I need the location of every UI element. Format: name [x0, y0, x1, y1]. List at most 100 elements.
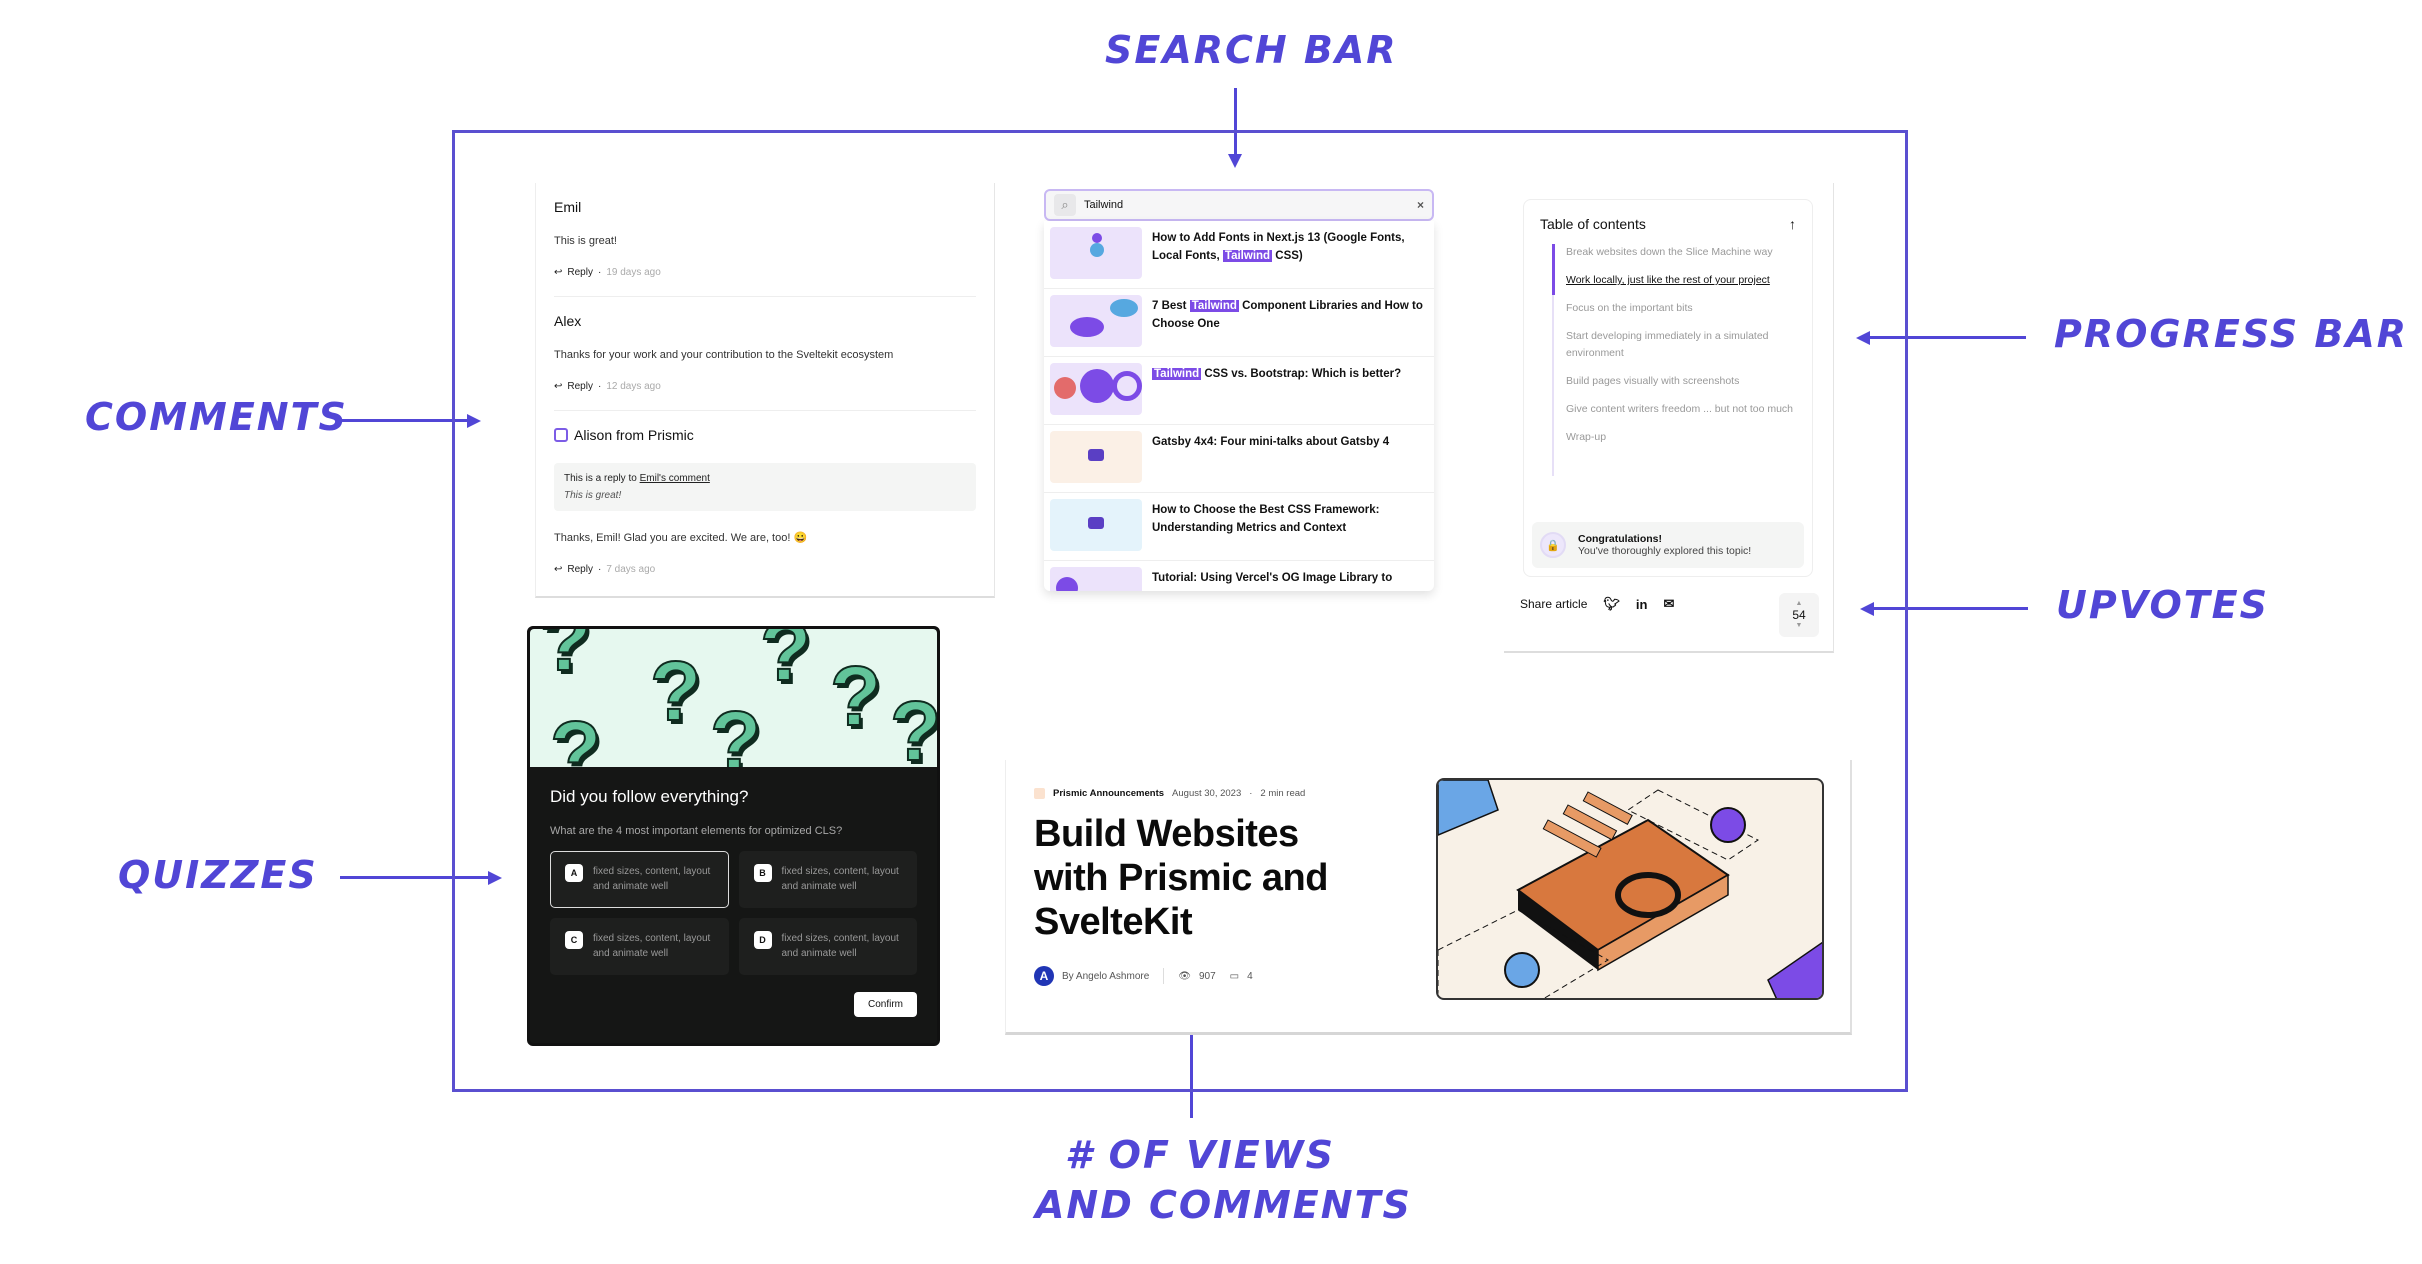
avatar: A	[1034, 966, 1054, 986]
lock-icon: 🔒	[1540, 532, 1566, 558]
annotation-views-line2: AND COMMENTS	[1035, 1183, 1412, 1227]
quiz-option-c[interactable]: Cfixed sizes, content, layout and animat…	[550, 918, 729, 975]
result-thumbnail	[1050, 567, 1142, 591]
email-icon[interactable]: ✉	[1663, 596, 1674, 612]
search-query[interactable]: Tailwind	[1084, 199, 1409, 211]
arrow-up-icon[interactable]: ↑	[1789, 216, 1796, 232]
result-thumbnail	[1050, 227, 1142, 279]
search-result[interactable]: How to Add Fonts in Next.js 13 (Google F…	[1044, 221, 1434, 289]
reply-button[interactable]: Reply	[567, 564, 593, 575]
comment-icon: ▭	[1229, 970, 1240, 982]
annotation-quizzes: QUIZZES	[118, 853, 318, 897]
congrats-title: Congratulations!	[1578, 533, 1662, 545]
annotation-search-bar: SEARCH BAR	[1105, 28, 1398, 72]
read-time: 2 min read	[1260, 788, 1306, 799]
article-meta: Prismic Announcements August 30, 2023 · …	[1034, 788, 1305, 799]
annotation-upvotes: UPVOTES	[2056, 583, 2269, 627]
arrow-line	[337, 419, 467, 422]
clear-icon[interactable]: ×	[1417, 198, 1424, 212]
result-thumbnail	[1050, 295, 1142, 347]
reply-button[interactable]: Reply	[567, 381, 593, 392]
quiz-illustration: ? ? ? ? ? ? ?	[530, 629, 937, 767]
toc-title: Table of contents	[1540, 216, 1646, 232]
result-title: Tailwind CSS vs. Bootstrap: Which is bet…	[1152, 368, 1402, 380]
result-title: How to Add Fonts in Next.js 13 (Google F…	[1152, 232, 1405, 262]
comments-card: Emil This is great! ↩ Reply · 19 days ago A…	[535, 183, 995, 598]
reply-link[interactable]: Emil's comment	[640, 473, 710, 484]
search-results: How to Add Fonts in Next.js 13 (Google F…	[1044, 221, 1434, 591]
comment-time: 7 days ago	[606, 564, 656, 575]
views-count: 907	[1198, 970, 1216, 982]
dot-separator: ·	[597, 381, 602, 392]
annotation-views: # OF VIEWS	[1065, 1133, 1335, 1177]
search-result[interactable]: How to Choose the Best CSS Framework: Un…	[1044, 493, 1434, 561]
result-title: Tutorial: Using Vercel's OG Image Librar…	[1152, 572, 1393, 584]
category-icon	[1034, 788, 1045, 799]
comment-time: 12 days ago	[606, 381, 661, 392]
search-result[interactable]: Tutorial: Using Vercel's OG Image Librar…	[1044, 561, 1434, 591]
comment-text: This is great!	[554, 235, 617, 247]
progress-bar	[1552, 244, 1555, 296]
search-result[interactable]: Gatsby 4x4: Four mini-talks about Gatsby…	[1044, 425, 1434, 493]
quiz-title: Did you follow everything?	[550, 787, 749, 806]
comments-count: 4	[1247, 970, 1253, 982]
upvote-widget: ▲ 54 ▼	[1779, 593, 1819, 637]
search-widget: ⌕ Tailwind × How to Add Fonts in Next.js…	[1044, 189, 1434, 599]
reply-button[interactable]: Reply	[567, 267, 593, 278]
reply-icon[interactable]: ↩	[554, 267, 562, 278]
toc-item[interactable]: Focus on the important bits	[1566, 300, 1796, 317]
congrats-text: You've thoroughly explored this topic!	[1578, 545, 1752, 557]
reply-icon[interactable]: ↩	[554, 564, 562, 575]
prismic-logo-icon	[554, 428, 568, 442]
comment: Alison from Prismic This is a reply to E…	[554, 411, 976, 593]
quiz-question: What are the 4 most important elements f…	[550, 825, 843, 837]
quiz-card: ? ? ? ? ? ? ? Did you follow everything?…	[527, 626, 940, 1046]
annotation-comments: COMMENTS	[85, 395, 348, 439]
search-input[interactable]: ⌕ Tailwind ×	[1044, 189, 1434, 221]
dot-separator: ·	[597, 267, 602, 278]
comment: Alex Thanks for your work and your contr…	[554, 297, 976, 411]
comment: Emil This is great! ↩ Reply · 19 days ago	[554, 183, 976, 297]
result-thumbnail	[1050, 363, 1142, 415]
table-of-contents: Table of contents ↑ Break websites down t…	[1523, 199, 1813, 577]
comment-author: Emil	[554, 199, 582, 215]
toc-card: Table of contents ↑ Break websites down t…	[1504, 183, 1834, 653]
comment-author: Alison from Prismic	[574, 427, 694, 443]
reply-quote: This is a reply to Emil's comment This i…	[554, 463, 976, 511]
reply-icon[interactable]: ↩	[554, 381, 562, 392]
reply-prefix: This is a reply to	[564, 473, 637, 484]
result-thumbnail	[1050, 431, 1142, 483]
toc-item[interactable]: Wrap-up	[1566, 429, 1796, 446]
result-thumbnail	[1050, 499, 1142, 551]
toc-item[interactable]: Start developing immediately in a simula…	[1566, 328, 1796, 362]
toc-item[interactable]: Build pages visually with screenshots	[1566, 373, 1796, 390]
toc-list: Break websites down the Slice Machine wa…	[1540, 244, 1796, 476]
article-title: Build Websites with Prismic and SvelteKi…	[1034, 813, 1328, 943]
article-card: Prismic Announcements August 30, 2023 · …	[1005, 760, 1852, 1035]
quoted-text: This is great!	[564, 490, 622, 501]
confirm-button[interactable]: Confirm	[853, 992, 917, 1017]
comment-time: 19 days ago	[606, 267, 661, 278]
article-footer: A By Angelo Ashmore 👁︎ 907 ▭ 4	[1034, 966, 1253, 986]
comment-text: Thanks for your work and your contributi…	[554, 349, 894, 361]
search-result[interactable]: 7 Best Tailwind Component Libraries and …	[1044, 289, 1434, 357]
toc-item[interactable]: Give content writers freedom ... but not…	[1566, 401, 1796, 418]
toc-item[interactable]: Work locally, just like the rest of your…	[1566, 272, 1796, 289]
linkedin-icon[interactable]: in	[1636, 597, 1648, 612]
search-icon: ⌕	[1054, 194, 1076, 216]
result-title: Gatsby 4x4: Four mini-talks about Gatsby…	[1152, 436, 1390, 448]
article-category[interactable]: Prismic Announcements	[1053, 788, 1164, 799]
downvote-icon[interactable]: ▼	[1796, 622, 1803, 630]
twitter-icon[interactable]: 🐦︎	[1603, 596, 1620, 612]
article-hero-image	[1436, 778, 1824, 1000]
comment-text: Thanks, Emil! Glad you are excited. We a…	[554, 532, 808, 544]
quiz-option-b[interactable]: Bfixed sizes, content, layout and animat…	[738, 851, 917, 908]
article-date: August 30, 2023	[1172, 788, 1242, 799]
quiz-option-d[interactable]: Dfixed sizes, content, layout and animat…	[738, 918, 917, 975]
search-result[interactable]: Tailwind CSS vs. Bootstrap: Which is bet…	[1044, 357, 1434, 425]
congrats-banner: 🔒 Congratulations! You've thoroughly expl…	[1532, 522, 1804, 568]
quiz-option-a[interactable]: Afixed sizes, content, layout and animat…	[550, 851, 729, 908]
toc-item[interactable]: Break websites down the Slice Machine wa…	[1566, 244, 1796, 261]
upvote-icon[interactable]: ▲	[1796, 600, 1803, 608]
result-title: How to Choose the Best CSS Framework: Un…	[1152, 504, 1380, 534]
